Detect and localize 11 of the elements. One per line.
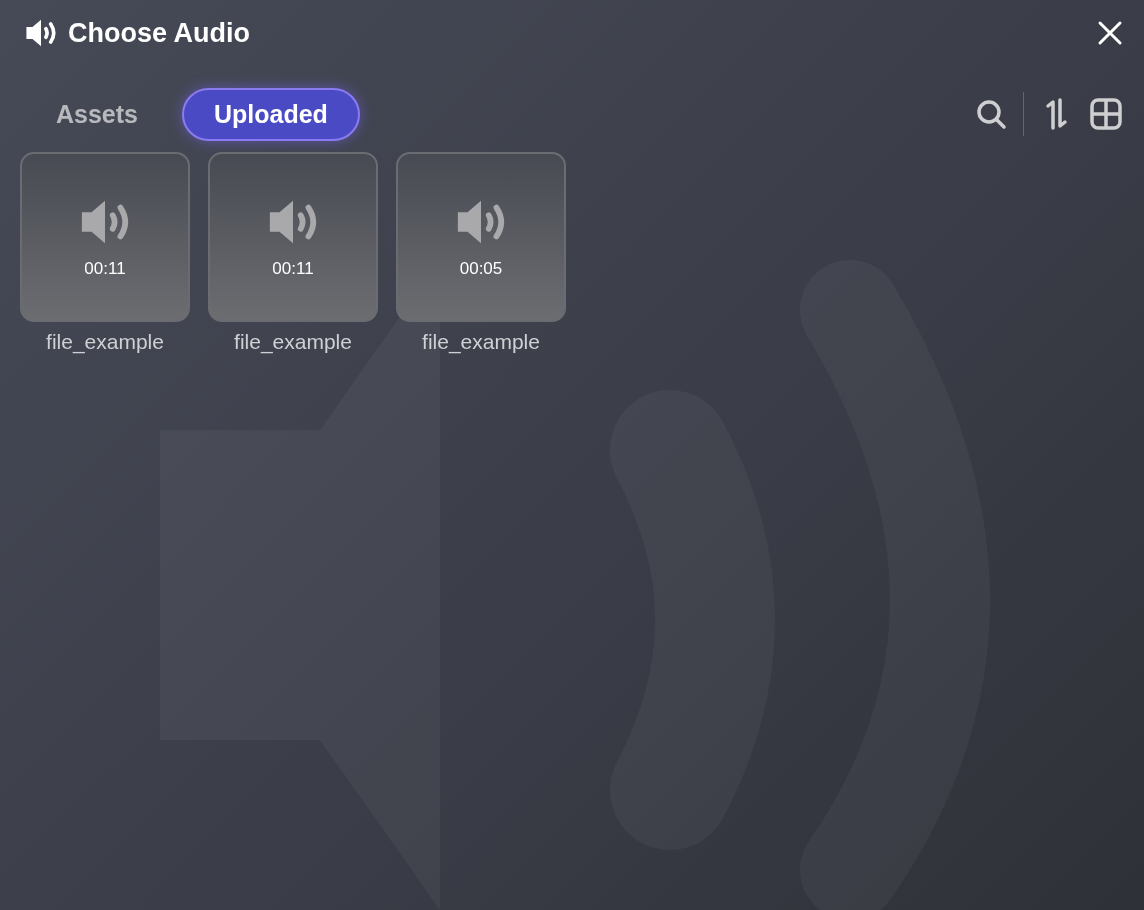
file-name: file_example [234, 330, 352, 354]
audio-card[interactable]: 00:05 [396, 152, 566, 322]
file-name: file_example [46, 330, 164, 354]
close-button[interactable] [1096, 19, 1124, 47]
grid-view-button[interactable] [1088, 96, 1124, 132]
tab[interactable]: Uploaded [182, 87, 360, 141]
file-name: file_example [422, 330, 540, 354]
audio-card[interactable]: 00:11 [208, 152, 378, 322]
audio-card[interactable]: 00:11 [20, 152, 190, 322]
tab[interactable]: Assets [24, 87, 170, 141]
window-title: Choose Audio [68, 17, 250, 49]
